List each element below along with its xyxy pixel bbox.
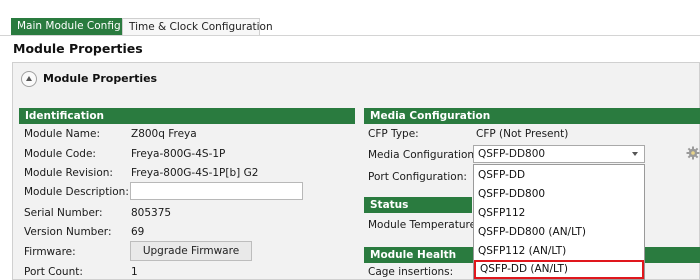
- version-number-label: Version Number:: [24, 226, 112, 238]
- gear-icon[interactable]: [686, 146, 700, 160]
- port-configuration-label: Port Configuration:: [368, 171, 467, 183]
- identification-header: Identification: [19, 108, 355, 124]
- dropdown-option[interactable]: QSFP-DD: [474, 166, 644, 185]
- module-name-value: Z800q Freya: [131, 128, 197, 140]
- module-description-input[interactable]: [130, 182, 303, 200]
- media-configuration-dropdown: QSFP-DD QSFP-DD800 QSFP112 QSFP-DD800 (A…: [473, 164, 645, 280]
- tab-main-module-config[interactable]: Main Module Config: [11, 18, 122, 35]
- dropdown-option[interactable]: QSFP112 (AN/LT): [474, 242, 644, 261]
- tab-time-clock-configuration[interactable]: Time & Clock Configuration: [122, 18, 273, 35]
- module-revision-label: Module Revision:: [24, 167, 113, 179]
- media-configuration-header: Media Configuration: [364, 108, 700, 124]
- module-temperature-label: Module Temperature:: [368, 219, 480, 231]
- panel-title: Module Properties: [43, 72, 158, 85]
- media-configuration-selected: QSFP-DD800: [478, 148, 546, 160]
- status-header: Status: [364, 197, 472, 213]
- module-code-value: Freya-800G-4S-1P: [131, 148, 226, 160]
- module-description-label: Module Description:: [24, 186, 129, 198]
- page-title: Module Properties: [13, 41, 143, 56]
- serial-number-value: 805375: [131, 207, 172, 219]
- module-name-label: Module Name:: [24, 128, 101, 140]
- version-number-value: 69: [131, 226, 145, 238]
- serial-number-label: Serial Number:: [24, 207, 103, 219]
- upgrade-firmware-button[interactable]: Upgrade Firmware: [130, 241, 252, 261]
- media-configuration-select[interactable]: QSFP-DD800: [473, 145, 645, 163]
- dropdown-option[interactable]: QSFP-DD800: [474, 185, 644, 204]
- tab-divider: [0, 35, 700, 36]
- port-count-label: Port Count:: [24, 266, 83, 278]
- chevron-down-icon[interactable]: [632, 152, 638, 156]
- module-code-label: Module Code:: [24, 148, 96, 160]
- dropdown-option[interactable]: QSFP-DD800 (AN/LT): [474, 223, 644, 242]
- cfp-type-value: CFP (Not Present): [476, 128, 569, 140]
- media-configuration-label: Media Configuration:: [368, 149, 478, 161]
- cage-insertions-label: Cage insertions:: [368, 266, 454, 278]
- dropdown-option[interactable]: QSFP112: [474, 204, 644, 223]
- port-count-value: 1: [131, 266, 138, 278]
- firmware-label: Firmware:: [24, 246, 76, 258]
- dropdown-option-highlighted[interactable]: QSFP-DD (AN/LT): [474, 260, 644, 279]
- cfp-type-label: CFP Type:: [368, 128, 419, 140]
- module-revision-value: Freya-800G-4S-1P[b] G2: [131, 167, 259, 179]
- chevron-up-icon[interactable]: [21, 71, 37, 87]
